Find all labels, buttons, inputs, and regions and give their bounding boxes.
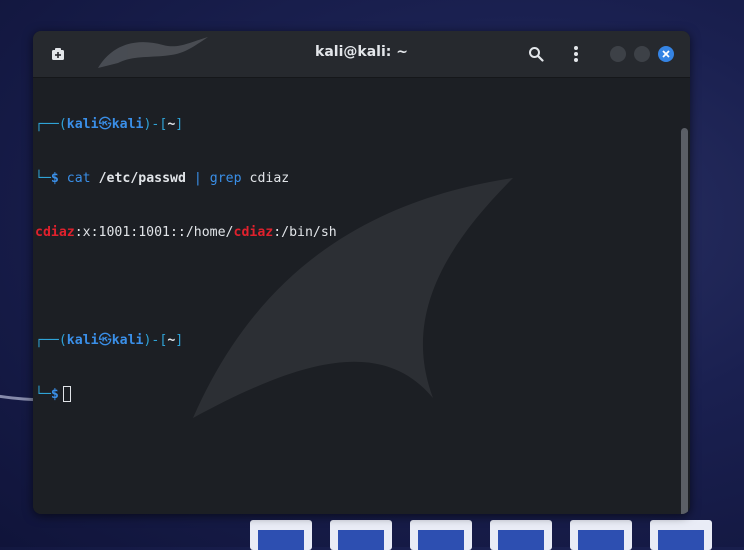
prompt-line: ┌──(kali㉿kali)-[~] bbox=[35, 116, 337, 134]
maximize-button[interactable] bbox=[634, 46, 650, 62]
prompt-at-symbol: ㉿ bbox=[98, 333, 112, 348]
wallpaper-letter bbox=[490, 520, 552, 550]
prompt-tail: └─ bbox=[35, 387, 51, 402]
terminal-area[interactable]: ┌──(kali㉿kali)-[~] └─$ cat /etc/passwd |… bbox=[33, 78, 690, 514]
command-name: cat bbox=[66, 171, 91, 186]
prompt-host: kali bbox=[111, 117, 144, 132]
close-icon bbox=[662, 50, 670, 58]
title-bar[interactable]: kali@kali: ~ bbox=[33, 31, 690, 78]
wallpaper-letter bbox=[570, 520, 632, 550]
prompt-line: ┌──(kali㉿kali)-[~] bbox=[35, 332, 337, 350]
output-text: :/bin/sh bbox=[273, 225, 337, 240]
prompt-user: kali bbox=[66, 117, 99, 132]
terminal-window: kali@kali: ~ ┌──(kali㉿kali)-[~] └─$ cat … bbox=[33, 31, 690, 514]
search-icon bbox=[529, 47, 544, 62]
window-title: kali@kali: ~ bbox=[315, 44, 408, 60]
desktop-wallpaper-logo bbox=[240, 520, 744, 550]
prompt-close: ] bbox=[175, 117, 184, 132]
scrollbar[interactable] bbox=[681, 128, 688, 514]
prompt-at-symbol: ㉿ bbox=[98, 117, 112, 132]
prompt-box: ┌──( bbox=[35, 117, 67, 132]
prompt-box: ┌──( bbox=[35, 333, 67, 348]
grep-match: cdiaz bbox=[233, 225, 274, 240]
grep-match: cdiaz bbox=[35, 225, 75, 240]
pipe-symbol: | bbox=[193, 171, 202, 186]
prompt-dollar: $ bbox=[50, 171, 59, 186]
prompt-separator: )-[ bbox=[143, 333, 168, 348]
wallpaper-letter bbox=[330, 520, 392, 550]
wallpaper-letter bbox=[650, 520, 712, 550]
command-line: └─$ cat /etc/passwd | grep cdiaz bbox=[35, 170, 337, 188]
menu-button[interactable] bbox=[565, 43, 587, 65]
prompt-tail: └─ bbox=[35, 171, 51, 186]
prompt-user: kali bbox=[66, 333, 99, 348]
minimize-button[interactable] bbox=[610, 46, 626, 62]
command-name: grep bbox=[209, 171, 242, 186]
search-button[interactable] bbox=[525, 43, 547, 65]
wallpaper-letter bbox=[410, 520, 472, 550]
prompt-separator: )-[ bbox=[143, 117, 168, 132]
text-cursor[interactable] bbox=[62, 386, 71, 402]
wallpaper-letter bbox=[250, 520, 312, 550]
prompt-close: ] bbox=[175, 333, 184, 348]
command-argument: cdiaz bbox=[249, 171, 290, 186]
command-argument: /etc/passwd bbox=[98, 171, 186, 186]
output-line: cdiaz:x:1001:1001::/home/cdiaz:/bin/sh bbox=[35, 224, 337, 242]
output-text: :x:1001:1001::/home/ bbox=[74, 225, 234, 240]
prompt-dollar: $ bbox=[50, 387, 59, 402]
kebab-menu-icon bbox=[574, 46, 578, 62]
close-button[interactable] bbox=[658, 46, 674, 62]
prompt-host: kali bbox=[111, 333, 144, 348]
command-line: └─$ bbox=[35, 386, 337, 404]
terminal-output: ┌──(kali㉿kali)-[~] └─$ cat /etc/passwd |… bbox=[35, 80, 337, 440]
